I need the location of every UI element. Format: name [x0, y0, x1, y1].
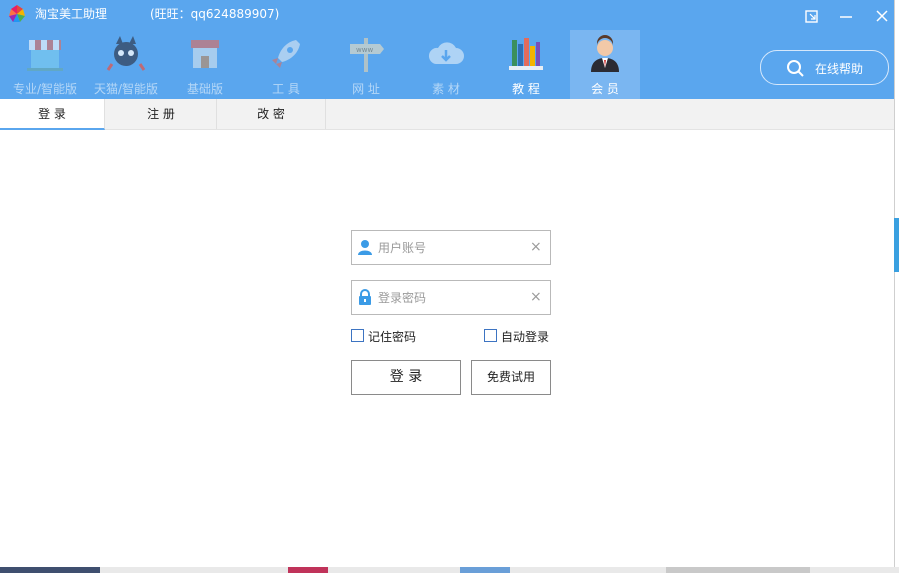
nav-label: 基础版 [186, 82, 223, 96]
app-title: 淘宝美工助理 [35, 7, 108, 21]
nav-basic-edition[interactable]: 基础版 [165, 30, 245, 99]
nav-tmall-edition[interactable]: 天猫/智能版 [86, 30, 166, 99]
contact-info: (旺旺：qq624889907) [150, 7, 280, 21]
nav-label: 天猫/智能版 [93, 82, 159, 96]
nav-label: 专业/智能版 [12, 82, 78, 96]
taskbar-strip [0, 567, 899, 573]
right-edge-strip [894, 40, 899, 573]
tab-register[interactable]: 注 册 [106, 99, 217, 129]
taskbar-item[interactable] [460, 567, 510, 573]
nav-tutorials[interactable]: 教 程 [486, 30, 566, 99]
close-icon [876, 10, 888, 22]
clear-password-icon[interactable]: × [530, 289, 542, 305]
tab-login[interactable]: 登 录 [0, 99, 105, 130]
username-field[interactable]: × [351, 230, 551, 265]
free-trial-button[interactable]: 免费试用 [471, 360, 551, 395]
nav-label: 素 材 [432, 82, 460, 96]
member-avatar-icon [591, 35, 619, 72]
restore-icon [805, 10, 818, 23]
nav-member[interactable]: 会 员 [570, 30, 640, 99]
tmall-cat-icon [106, 36, 146, 71]
bookshelf-icon [509, 38, 543, 70]
taskbar-item[interactable] [0, 567, 100, 573]
login-button[interactable]: 登 录 [351, 360, 461, 395]
app-logo-icon [9, 5, 25, 22]
remember-password-label: 记住密码 [368, 330, 417, 344]
tab-change-password[interactable]: 改 密 [217, 99, 326, 129]
minimize-button[interactable] [837, 8, 855, 26]
cloud-download-icon [428, 42, 464, 64]
auto-login-label: 自动登录 [501, 330, 550, 344]
restore-button[interactable] [803, 8, 821, 26]
checkbox-box[interactable] [484, 329, 497, 342]
taskbar-item[interactable] [666, 567, 810, 573]
top-toolbar: 淘宝美工助理 (旺旺：qq624889907) 专业/智能版 天猫/智能版 基础… [0, 0, 894, 99]
minimize-icon [840, 16, 852, 18]
online-help-button[interactable]: 在线帮助 [760, 50, 889, 85]
nav-label: 教 程 [512, 82, 540, 96]
nav-pro-edition[interactable]: 专业/智能版 [5, 30, 85, 99]
nav-materials[interactable]: 素 材 [406, 30, 486, 99]
nav-websites[interactable]: www 网 址 [326, 30, 406, 99]
nav-label: 网 址 [352, 82, 380, 96]
nav-label: 工 具 [272, 82, 300, 96]
online-help-label: 在线帮助 [815, 62, 864, 76]
search-icon [787, 60, 804, 77]
nav-label: 会 员 [591, 82, 619, 96]
tab-bar: 登 录 注 册 改 密 [0, 99, 894, 130]
user-icon [358, 240, 372, 255]
side-tab[interactable] [894, 218, 899, 272]
checkbox-box[interactable] [351, 329, 364, 342]
password-input[interactable] [376, 287, 530, 309]
www-signpost-icon: www [350, 38, 384, 72]
shop-icon [191, 40, 219, 68]
clear-username-icon[interactable]: × [530, 239, 542, 255]
username-input[interactable] [376, 237, 530, 259]
nav-tools[interactable]: 工 具 [246, 30, 326, 99]
market-stall-icon [27, 40, 63, 71]
lock-icon [359, 289, 371, 305]
password-field[interactable]: × [351, 280, 551, 315]
taskbar-item[interactable] [288, 567, 328, 573]
svg-text:www: www [356, 46, 373, 54]
close-button[interactable] [873, 8, 891, 26]
app-window: 淘宝美工助理 (旺旺：qq624889907) 专业/智能版 天猫/智能版 基础… [0, 0, 895, 573]
rocket-icon [272, 40, 300, 68]
